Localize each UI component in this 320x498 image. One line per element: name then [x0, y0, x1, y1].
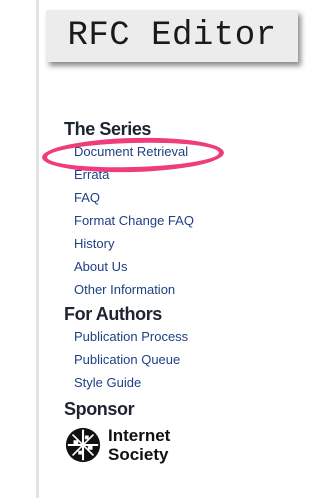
section-title-sponsor: Sponsor	[64, 399, 135, 419]
link-about-us[interactable]: About Us	[64, 255, 304, 278]
for-authors-links: Publication Process Publication Queue St…	[64, 325, 304, 394]
link-other-information[interactable]: Other Information	[64, 278, 304, 301]
link-style-guide[interactable]: Style Guide	[64, 371, 304, 394]
link-errata[interactable]: Errata	[64, 163, 304, 186]
rfc-editor-logo[interactable]: RFC Editor	[46, 10, 298, 62]
sponsor-name-line1: Internet	[108, 426, 171, 445]
section-title-the-series: The Series	[64, 119, 152, 139]
logo-text: RFC Editor	[67, 17, 277, 55]
link-faq[interactable]: FAQ	[64, 186, 304, 209]
link-document-retrieval[interactable]: Document Retrieval	[64, 140, 304, 163]
sidebar-divider	[36, 0, 39, 498]
link-format-change-faq[interactable]: Format Change FAQ	[64, 209, 304, 232]
section-title-for-authors: For Authors	[64, 304, 162, 324]
the-series-links: Document Retrieval Errata FAQ Format Cha…	[64, 140, 304, 301]
link-history[interactable]: History	[64, 232, 304, 255]
sidebar-nav: The Series Document Retrieval Errata FAQ…	[64, 118, 304, 466]
internet-society-globe-icon	[65, 427, 101, 463]
sponsor-name-line2: Society	[108, 445, 169, 464]
link-publication-process[interactable]: Publication Process	[64, 325, 304, 348]
internet-society-logo[interactable]: Internet Society	[64, 424, 304, 466]
link-publication-queue[interactable]: Publication Queue	[64, 348, 304, 371]
